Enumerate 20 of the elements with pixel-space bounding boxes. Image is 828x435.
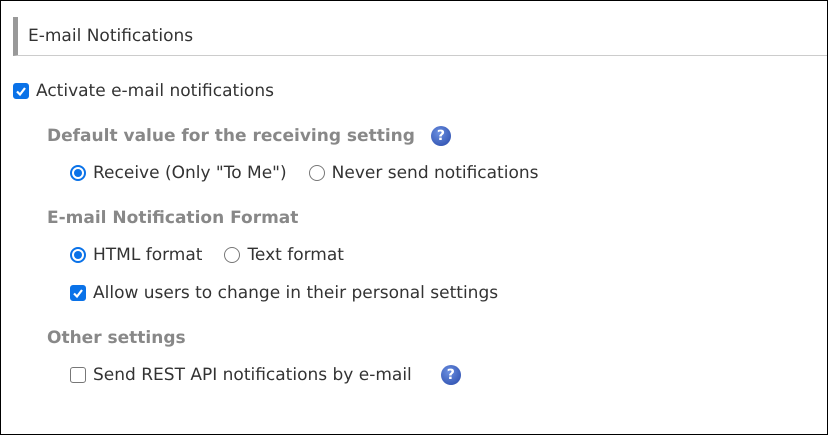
checkbox[interactable] <box>70 285 86 301</box>
radio-label: Never send notifications <box>332 163 538 183</box>
checkbox[interactable] <box>70 367 86 383</box>
section-heading: Other settings <box>47 328 186 348</box>
checkbox[interactable] <box>13 83 29 99</box>
radio-label: Receive (Only "To Me") <box>93 163 287 183</box>
help-icon[interactable]: ? <box>440 365 461 385</box>
section-heading: E-mail Notification Format <box>47 208 298 228</box>
radio-button[interactable] <box>224 247 240 263</box>
help-icon[interactable]: ? <box>430 126 451 146</box>
section-heading: Default value for the receiving setting <box>47 126 415 146</box>
section-title: E-mail Notifications <box>13 17 827 56</box>
checkbox-label: Allow users to change in their personal settings <box>93 283 498 303</box>
radio-button[interactable] <box>308 165 325 181</box>
radio-label: Text format <box>247 245 344 265</box>
radio-label: HTML format <box>93 245 202 265</box>
checkbox-label: Send REST API notifications by e-mail <box>93 365 412 385</box>
radio-button[interactable] <box>70 247 86 263</box>
radio-button[interactable] <box>70 165 86 181</box>
checkbox-label: Activate e-mail notifications <box>36 81 274 101</box>
